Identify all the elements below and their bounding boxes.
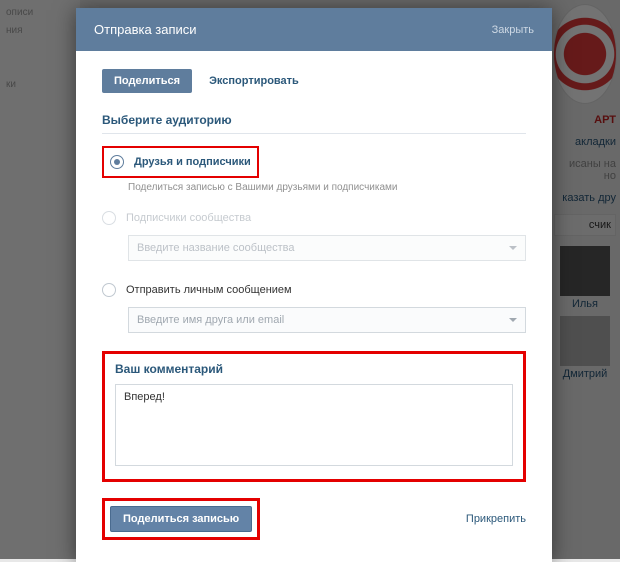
radio-label: Отправить личным сообщением: [126, 284, 292, 296]
select-placeholder: Введите название сообщества: [137, 242, 295, 254]
comment-title: Ваш комментарий: [115, 362, 513, 376]
select-placeholder: Введите имя друга или email: [137, 314, 284, 326]
friend-select[interactable]: Введите имя друга или email: [128, 307, 526, 333]
radio-icon: [102, 283, 116, 297]
tab-export[interactable]: Экспортировать: [205, 69, 303, 93]
dialog-tabs: Поделиться Экспортировать: [102, 69, 526, 93]
comment-block: Ваш комментарий: [102, 351, 526, 482]
submit-button[interactable]: Поделиться записью: [110, 506, 252, 532]
close-button[interactable]: Закрыть: [492, 24, 534, 36]
radio-private[interactable]: Отправить личным сообщением: [102, 279, 526, 301]
tab-share[interactable]: Поделиться: [102, 69, 192, 93]
radio-icon: [102, 211, 116, 225]
dialog-header: Отправка записи Закрыть: [76, 8, 552, 51]
share-dialog: Отправка записи Закрыть Поделиться Экспо…: [76, 8, 552, 562]
radio-icon: [110, 155, 124, 169]
community-select[interactable]: Введите название сообщества: [128, 235, 526, 261]
chevron-down-icon: [509, 318, 517, 322]
audience-title: Выберите аудиторию: [102, 113, 526, 134]
radio-label: Подписчики сообщества: [126, 212, 251, 224]
radio-sublabel: Поделиться записью с Вашими друзьями и п…: [128, 182, 526, 193]
radio-label: Друзья и подписчики: [134, 156, 251, 168]
chevron-down-icon: [509, 246, 517, 250]
comment-textarea[interactable]: [115, 384, 513, 466]
attach-link[interactable]: Прикрепить: [466, 513, 526, 525]
dialog-title: Отправка записи: [94, 22, 197, 37]
radio-friends[interactable]: Друзья и подписчики: [110, 151, 251, 173]
radio-community[interactable]: Подписчики сообщества: [102, 207, 526, 229]
